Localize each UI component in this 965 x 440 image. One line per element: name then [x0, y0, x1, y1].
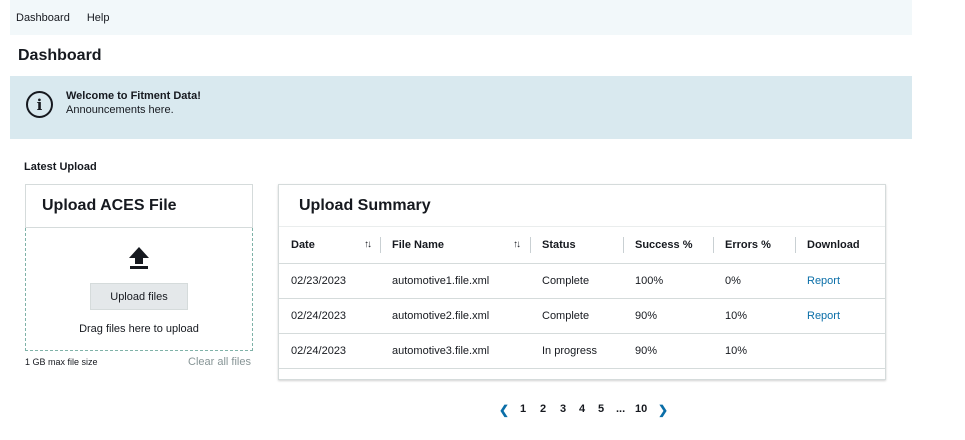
cell-status: Complete [542, 310, 590, 322]
upload-summary-title: Upload Summary [279, 185, 885, 227]
report-link[interactable]: Report [807, 264, 840, 298]
cell-errors: 10% [725, 310, 748, 322]
cell-status: In progress [542, 345, 598, 357]
upload-card-title: Upload ACES File [25, 184, 253, 228]
cell-file-name: automotive2.file.xml [392, 310, 490, 322]
report-link[interactable]: Report [807, 299, 840, 333]
col-status: Status [542, 239, 576, 251]
upload-files-button[interactable]: Upload files [90, 283, 188, 310]
cell-success: 90% [635, 310, 658, 322]
upload-arrow-icon [129, 247, 149, 269]
col-errors: Errors % [725, 239, 771, 251]
table-header: Date ↑↓ File Name ↑↓ Status Success % Er… [279, 227, 885, 264]
page-2[interactable]: 2 [540, 403, 546, 415]
sort-date-icon[interactable]: ↑↓ [364, 239, 372, 250]
next-page-icon[interactable]: ❯ [658, 403, 668, 417]
announcement-banner: i Welcome to Fitment Data! Announcements… [10, 76, 912, 139]
col-success: Success % [635, 239, 693, 251]
cell-file-name: automotive1.file.xml [392, 275, 490, 287]
page-title: Dashboard [18, 47, 102, 64]
page-10[interactable]: 10 [635, 403, 647, 415]
table-row: 02/24/2023 automotive2.file.xml Complete… [279, 299, 885, 334]
prev-page-icon[interactable]: ❮ [499, 403, 509, 417]
cell-errors: 0% [725, 275, 741, 287]
banner-body: Announcements here. [66, 104, 174, 116]
nav-dashboard[interactable]: Dashboard [16, 12, 70, 24]
cell-date: 02/24/2023 [291, 310, 347, 322]
column-divider [530, 237, 531, 253]
page-1[interactable]: 1 [520, 403, 526, 415]
table-row: 02/23/2023 automotive1.file.xml Complete… [279, 264, 885, 299]
info-icon: i [26, 91, 53, 118]
page-ellipsis: ... [616, 403, 626, 415]
drop-zone[interactable]: Upload files Drag files here to upload [25, 228, 253, 351]
top-nav: Dashboard Help [10, 0, 912, 35]
nav-help[interactable]: Help [87, 12, 110, 24]
page-4[interactable]: 4 [579, 403, 585, 415]
cell-date: 02/23/2023 [291, 275, 347, 287]
column-divider [380, 237, 381, 253]
col-date[interactable]: Date [291, 227, 315, 263]
clear-all-files-button[interactable]: Clear all files [188, 356, 251, 368]
table-row: 02/24/2023 automotive3.file.xml In progr… [279, 334, 885, 369]
column-divider [713, 237, 714, 253]
page-3[interactable]: 3 [560, 403, 566, 415]
max-file-size: 1 GB max file size [25, 357, 98, 367]
cell-file-name: automotive3.file.xml [392, 345, 490, 357]
latest-upload-label: Latest Upload [24, 161, 97, 173]
cell-success: 100% [635, 275, 664, 287]
banner-title: Welcome to Fitment Data! [66, 90, 201, 102]
upload-summary-card: Upload Summary Date ↑↓ File Name ↑↓ Stat… [278, 184, 886, 380]
page-5[interactable]: 5 [598, 403, 604, 415]
cell-date: 02/24/2023 [291, 345, 347, 357]
column-divider [623, 237, 624, 253]
sort-file-name-icon[interactable]: ↑↓ [513, 239, 521, 250]
upload-card: Upload ACES File Upload files Drag files… [25, 184, 253, 351]
cell-status: Complete [542, 275, 590, 287]
col-download: Download [807, 239, 860, 251]
cell-success: 90% [635, 345, 658, 357]
cell-errors: 10% [725, 345, 748, 357]
column-divider [795, 237, 796, 253]
col-file-name[interactable]: File Name [392, 227, 444, 263]
drop-hint: Drag files here to upload [79, 323, 199, 335]
pagination: ❮ 1 2 3 4 5 ... 10 ❯ [0, 403, 965, 419]
